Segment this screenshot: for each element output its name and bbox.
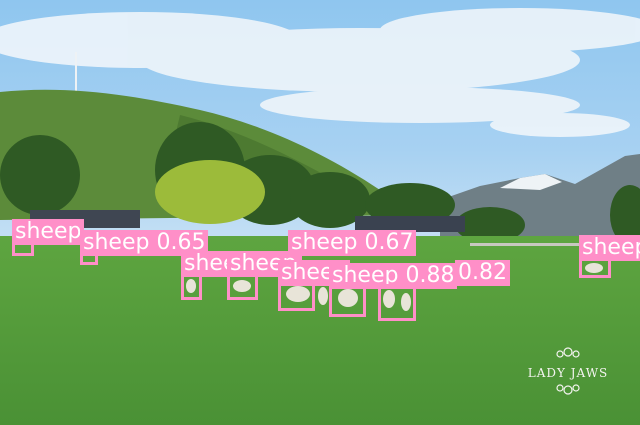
detection-box: sheep [278,260,351,311]
watermark-text: LADY JAWS [527,366,609,380]
willow-tree [155,160,265,224]
ornament-icon [556,347,580,358]
detection-label: sheep [12,219,85,245]
detection-box: 0.82 [455,260,577,288]
detection-label: 0.82 [455,260,510,286]
fence-line [470,243,580,246]
detection-box: sheep [378,284,416,321]
ornament-icon [556,384,580,395]
detection-box: sheep [227,251,300,300]
detection-box: sheep [181,251,254,300]
detection-box: sheep [12,219,85,256]
detection-label: sheep [579,235,640,261]
detection-label: sheep 0.67 [288,230,417,256]
watermark: LADY JAWS [522,342,614,406]
detection-box: sheep 0.65 [80,230,209,265]
detection-box: sheep [579,235,640,278]
photo-scene: sheep sheep 0.65 sheep 0.67 sheep sheep … [0,0,640,425]
detection-box: sheep 0.88 [329,263,458,317]
